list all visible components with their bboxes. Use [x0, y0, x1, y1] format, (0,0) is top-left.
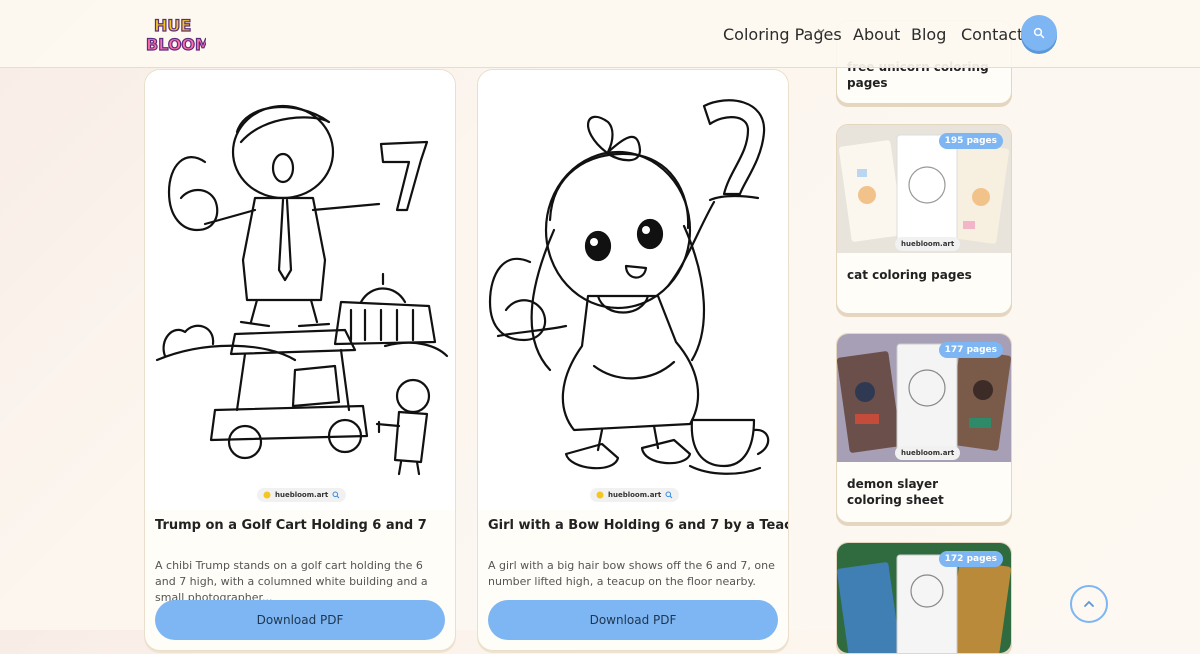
logo-text-bloom: BLOOM [146, 35, 206, 54]
logo-icon [596, 491, 604, 499]
nav-contact[interactable]: Contact [961, 25, 1023, 44]
nav-blog[interactable]: Blog [911, 25, 946, 44]
sidebar-item-one-piece[interactable]: 172 pages [836, 542, 1012, 654]
scroll-to-top-button[interactable] [1070, 585, 1108, 623]
magnifier-icon [665, 491, 673, 499]
logo-icon [263, 491, 271, 499]
magnifier-icon [332, 491, 340, 499]
page-count-badge: 195 pages [938, 133, 1003, 149]
watermark-text: huebloom.art [608, 491, 662, 499]
page-count-badge: 177 pages [938, 342, 1003, 358]
chevron-up-icon [1084, 600, 1094, 607]
watermark-text: huebloom.art [275, 491, 329, 499]
page-count-badge: 172 pages [938, 551, 1003, 567]
watermark-badge: huebloom.art [895, 446, 961, 460]
site-header: HUE BLOOM Coloring Pages About Blog Cont… [0, 0, 1200, 68]
card-description: A chibi Trump stands on a golf cart hold… [155, 559, 428, 604]
sidebar-item-label: demon slayer coloring sheet [847, 477, 944, 507]
logo-text-hue: HUE [154, 16, 191, 35]
search-button[interactable] [1021, 15, 1057, 51]
card-description: A girl with a big hair bow shows off the… [488, 559, 775, 588]
nav-about[interactable]: About [853, 25, 900, 44]
chevron-down-icon[interactable] [816, 26, 826, 36]
coloring-page-image-trump[interactable] [145, 70, 455, 510]
sidebar-item-cat[interactable]: 195 pages huebloom.art cat coloring page… [836, 124, 1012, 314]
watermark-badge: huebloom.art [257, 488, 347, 502]
sidebar-item-label: cat coloring pages [847, 268, 972, 282]
watermark-text: huebloom.art [901, 240, 955, 248]
watermark-badge: huebloom.art [895, 237, 961, 251]
watermark-badge: huebloom.art [590, 488, 680, 502]
watermark-text: huebloom.art [901, 449, 955, 457]
download-pdf-button[interactable]: Download PDF [488, 600, 778, 640]
coloring-card[interactable]: huebloom.art Trump on a Golf Cart Holdin… [144, 69, 456, 651]
coloring-card[interactable]: huebloom.art Girl with a Bow Holding 6 a… [477, 69, 789, 651]
huebloom-logo[interactable]: HUE BLOOM [146, 14, 206, 54]
card-title[interactable]: Girl with a Bow Holding 6 and 7 by a Tea… [488, 518, 788, 533]
card-title[interactable]: Trump on a Golf Cart Holding 6 and 7 [155, 518, 427, 533]
sidebar-item-demon-slayer[interactable]: 177 pages huebloom.art demon slayer colo… [836, 333, 1012, 523]
coloring-page-image-girl[interactable] [478, 70, 788, 510]
search-icon [1033, 27, 1045, 39]
download-pdf-button[interactable]: Download PDF [155, 600, 445, 640]
